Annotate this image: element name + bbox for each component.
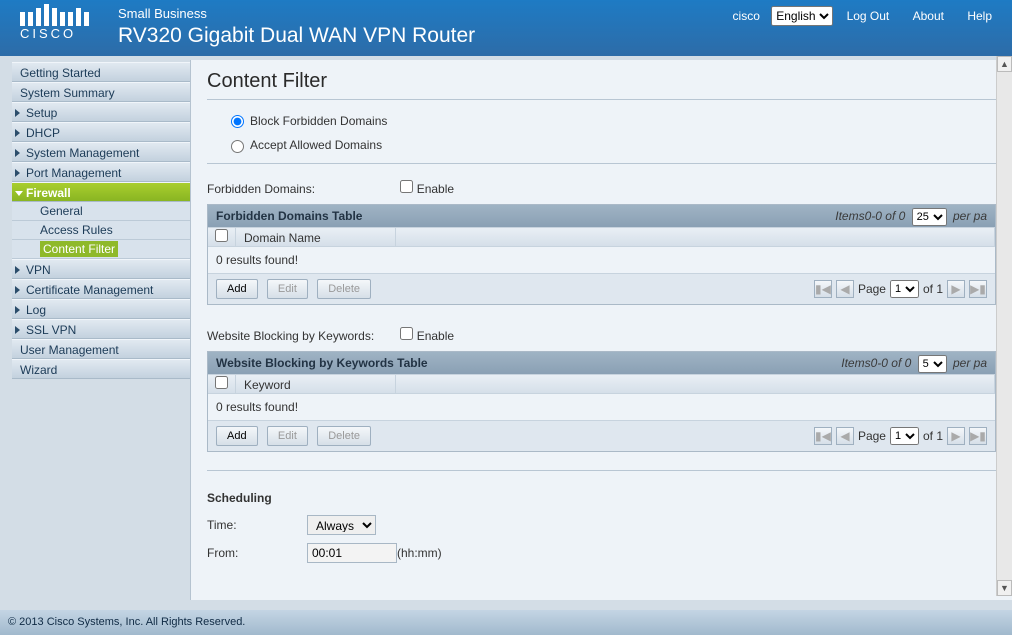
- radio-block-forbidden[interactable]: Block Forbidden Domains: [231, 114, 387, 128]
- footer-copyright: © 2013 Cisco Systems, Inc. All Rights Re…: [0, 610, 1012, 635]
- main-panel: Content Filter Block Forbidden Domains A…: [190, 60, 1012, 600]
- nav-firewall-general[interactable]: General: [12, 202, 190, 221]
- nav-vpn[interactable]: VPN: [12, 259, 190, 279]
- model-title: RV320 Gigabit Dual WAN VPN Router: [118, 24, 475, 48]
- radio-block-input[interactable]: [231, 115, 244, 128]
- page-label: Page: [858, 429, 886, 443]
- nav-wizard[interactable]: Wizard: [12, 359, 190, 379]
- brand-label: cisco: [733, 9, 760, 23]
- table-title: Website Blocking by Keywords Table: [216, 356, 428, 370]
- from-label: From:: [207, 546, 307, 560]
- add-button[interactable]: Add: [216, 426, 258, 446]
- from-input[interactable]: [307, 543, 397, 563]
- nav-log[interactable]: Log: [12, 299, 190, 319]
- per-page-label: per pa: [953, 209, 987, 223]
- nav-dhcp[interactable]: DHCP: [12, 122, 190, 142]
- page-select[interactable]: 1: [890, 427, 919, 445]
- of-label: of 1: [923, 282, 943, 296]
- page-label: Page: [858, 282, 886, 296]
- enable-label-2: Enable: [417, 329, 454, 343]
- keywords-table: Website Blocking by Keywords Table Items…: [207, 351, 996, 452]
- first-page-icon[interactable]: ▮◀: [814, 427, 832, 445]
- time-label: Time:: [207, 518, 307, 532]
- scroll-down-icon[interactable]: ▼: [997, 580, 1012, 596]
- table-status: Items0-0 of 0: [841, 356, 911, 370]
- nav-port-management[interactable]: Port Management: [12, 162, 190, 182]
- prev-page-icon[interactable]: ◀: [836, 280, 854, 298]
- next-page-icon[interactable]: ▶: [947, 427, 965, 445]
- nav-ssl-vpn[interactable]: SSL VPN: [12, 319, 190, 339]
- page-size-select[interactable]: 25: [912, 208, 947, 226]
- language-select[interactable]: English: [771, 6, 833, 26]
- table-empty-msg: 0 results found!: [208, 394, 995, 420]
- page-size-select[interactable]: 5: [918, 355, 947, 373]
- keywords-enable-checkbox[interactable]: [400, 327, 413, 340]
- scheduling-title: Scheduling: [207, 491, 996, 505]
- nav-cert-management[interactable]: Certificate Management: [12, 279, 190, 299]
- page-title: Content Filter: [207, 70, 996, 93]
- delete-button[interactable]: Delete: [317, 426, 371, 446]
- forbidden-enable-checkbox[interactable]: [400, 180, 413, 193]
- small-business-label: Small Business: [118, 6, 207, 21]
- of-label: of 1: [923, 429, 943, 443]
- first-page-icon[interactable]: ▮◀: [814, 280, 832, 298]
- edit-button[interactable]: Edit: [267, 426, 308, 446]
- vertical-scrollbar[interactable]: ▲ ▼: [996, 56, 1012, 596]
- nav-firewall[interactable]: Firewall: [12, 182, 190, 202]
- nav-firewall-content-filter[interactable]: Content Filter: [12, 240, 190, 259]
- delete-button[interactable]: Delete: [317, 279, 371, 299]
- nav-system-summary[interactable]: System Summary: [12, 82, 190, 102]
- table-title: Forbidden Domains Table: [216, 209, 362, 223]
- radio-accept-allowed[interactable]: Accept Allowed Domains: [231, 138, 382, 152]
- select-all-checkbox[interactable]: [215, 376, 228, 389]
- scroll-up-icon[interactable]: ▲: [997, 56, 1012, 72]
- nav-user-management[interactable]: User Management: [12, 339, 190, 359]
- last-page-icon[interactable]: ▶▮: [969, 280, 987, 298]
- cisco-wordmark: CISCO: [20, 26, 76, 41]
- page-select[interactable]: 1: [890, 280, 919, 298]
- radio-accept-input[interactable]: [231, 140, 244, 153]
- help-link[interactable]: Help: [967, 9, 992, 23]
- per-page-label: per pa: [953, 356, 987, 370]
- select-all-checkbox[interactable]: [215, 229, 228, 242]
- nav-system-management[interactable]: System Management: [12, 142, 190, 162]
- col-keyword: Keyword: [236, 375, 396, 393]
- last-page-icon[interactable]: ▶▮: [969, 427, 987, 445]
- table-empty-msg: 0 results found!: [208, 247, 995, 273]
- enable-label: Enable: [417, 182, 454, 196]
- nav-firewall-access-rules[interactable]: Access Rules: [12, 221, 190, 240]
- forbidden-domains-table: Forbidden Domains Table Items0-0 of 0 25…: [207, 204, 996, 305]
- time-select[interactable]: Always: [307, 515, 376, 535]
- next-page-icon[interactable]: ▶: [947, 280, 965, 298]
- add-button[interactable]: Add: [216, 279, 258, 299]
- logout-link[interactable]: Log Out: [847, 9, 890, 23]
- keywords-label: Website Blocking by Keywords:: [207, 329, 397, 343]
- nav-getting-started[interactable]: Getting Started: [12, 62, 190, 82]
- header-bar: CISCO Small Business RV320 Gigabit Dual …: [0, 0, 1012, 56]
- table-status: Items0-0 of 0: [835, 209, 905, 223]
- edit-button[interactable]: Edit: [267, 279, 308, 299]
- about-link[interactable]: About: [913, 9, 944, 23]
- prev-page-icon[interactable]: ◀: [836, 427, 854, 445]
- hhmm-hint: (hh:mm): [397, 546, 442, 560]
- forbidden-domains-label: Forbidden Domains:: [207, 182, 397, 196]
- nav-setup[interactable]: Setup: [12, 102, 190, 122]
- col-domain-name: Domain Name: [236, 228, 396, 246]
- sidebar: Getting Started System Summary Setup DHC…: [0, 56, 190, 610]
